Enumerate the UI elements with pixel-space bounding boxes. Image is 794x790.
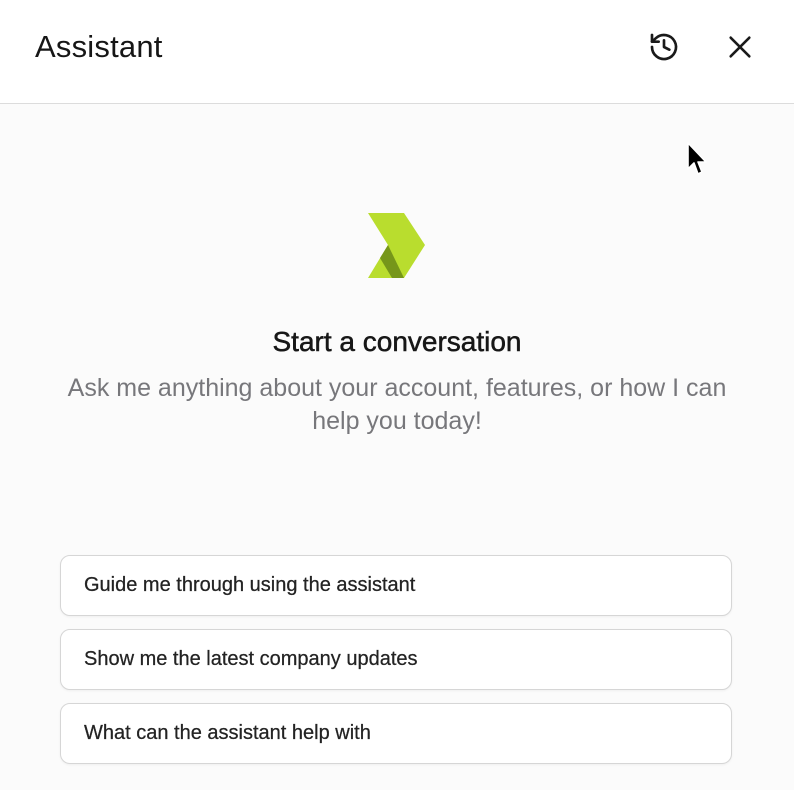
assistant-logo-icon — [368, 213, 425, 278]
suggestion-button[interactable]: Guide me through using the assistant — [60, 555, 732, 616]
empty-state-heading: Start a conversation — [272, 326, 522, 358]
empty-state-subtext: Ask me anything about your account, feat… — [67, 374, 727, 435]
history-button[interactable] — [644, 27, 684, 67]
history-icon — [650, 33, 678, 61]
panel-title: Assistant — [35, 29, 163, 64]
mouse-pointer-icon — [687, 142, 707, 175]
assistant-header: Assistant — [0, 0, 794, 104]
suggestion-button[interactable]: What can the assistant help with — [60, 703, 732, 764]
close-icon — [729, 36, 751, 58]
close-button[interactable] — [720, 27, 760, 67]
suggestion-button[interactable]: Show me the latest company updates — [60, 629, 732, 690]
